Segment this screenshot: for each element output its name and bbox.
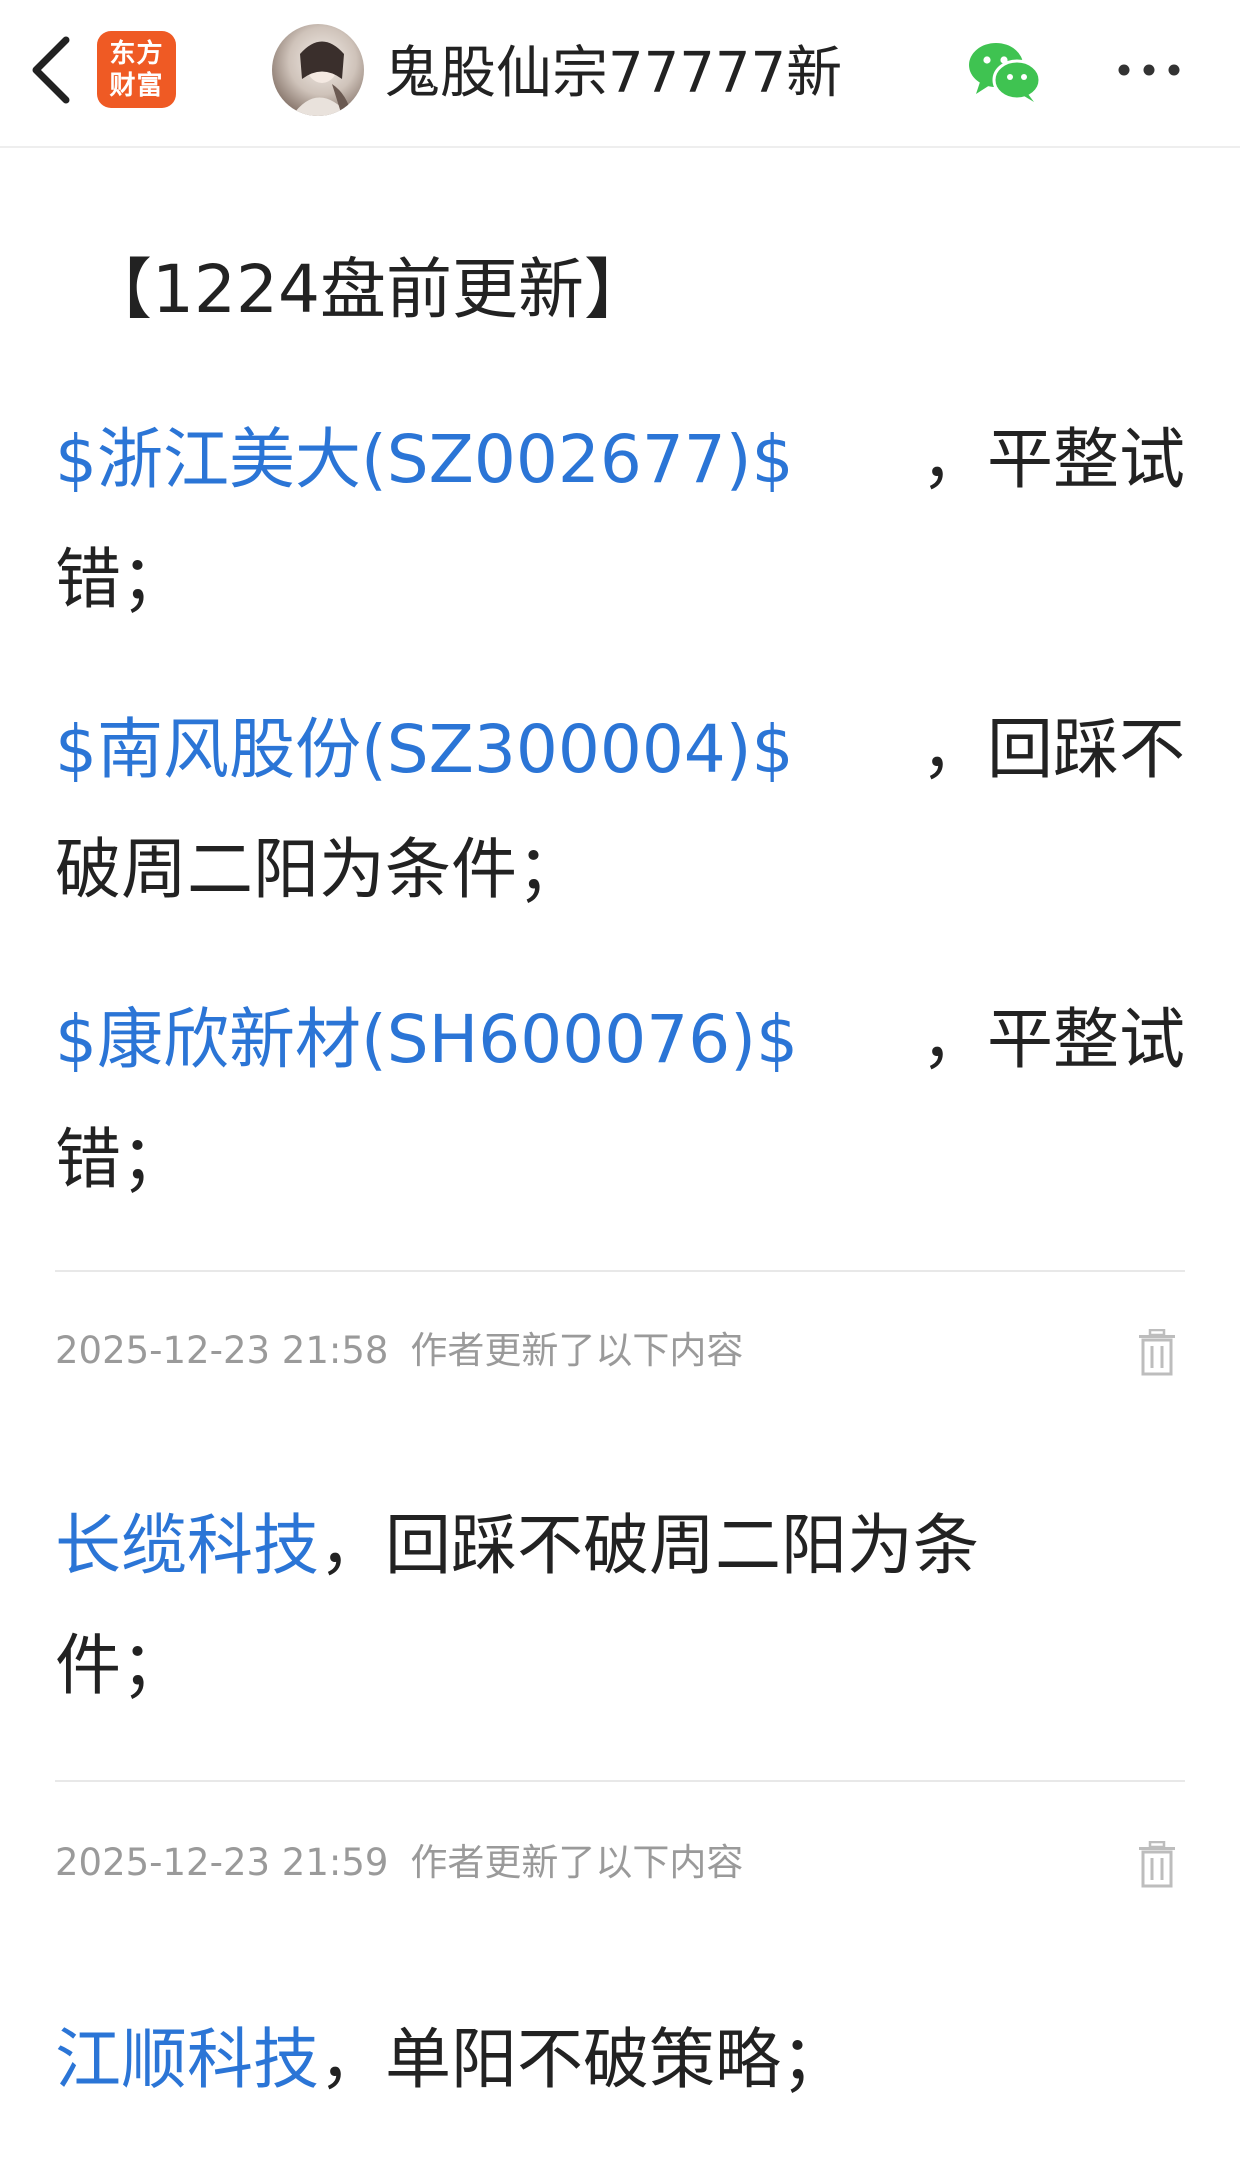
trash-icon	[1139, 1328, 1175, 1376]
stock-link[interactable]: $浙江美大(SZ002677)$	[55, 400, 794, 520]
divider	[55, 1780, 1185, 1782]
paragraph-text: 回踩不	[987, 711, 1185, 788]
paragraph-text: ，回踩不破周二阳为条	[319, 1507, 979, 1584]
author-name[interactable]: 鬼股仙宗77777新	[384, 36, 842, 112]
stock-link[interactable]: $南风股份(SZ300004)$	[55, 690, 794, 810]
paragraph-text: ，单阳不破策略；	[319, 2021, 847, 2098]
post-paragraph: $康欣新材(SH600076)$ ，平整试 错；	[55, 980, 1185, 1220]
update-paragraph: 长缆科技，回踩不破周二阳为条 件；	[55, 1486, 1185, 1726]
update-timestamp: 2025-12-23 21:59	[55, 1841, 389, 1884]
logo-text-line2: 财富	[109, 70, 164, 101]
back-button[interactable]	[22, 30, 82, 110]
delete-button[interactable]	[1137, 1328, 1177, 1377]
paragraph-text: 件；	[55, 1627, 187, 1704]
post-paragraph: $南风股份(SZ300004)$ ，回踩不 破周二阳为条件；	[55, 690, 1185, 930]
stock-link[interactable]: $康欣新材(SH600076)$	[55, 980, 798, 1100]
paragraph-text: 平整试	[987, 421, 1185, 498]
post-title: 【1224盘前更新】	[86, 251, 650, 328]
app-logo[interactable]: 东方 财富	[97, 31, 176, 108]
update-paragraph: 江顺科技，单阳不破策略；	[55, 2000, 1185, 2120]
trash-icon	[1139, 1840, 1175, 1888]
author-avatar[interactable]	[272, 24, 364, 116]
post-page: 东方 财富 鬼股仙宗77777新 【1224盘前更新】 $浙江美大(SZ0026…	[0, 0, 1240, 2175]
divider	[55, 1270, 1185, 1272]
stock-link[interactable]: 长缆科技	[55, 1507, 319, 1584]
update-timestamp: 2025-12-23 21:58	[55, 1329, 389, 1372]
wechat-share-button[interactable]	[966, 38, 1042, 104]
update-label: 作者更新了以下内容	[410, 1841, 744, 1884]
avatar-image	[292, 41, 352, 116]
wechat-icon	[969, 43, 1042, 102]
separator: ，	[921, 421, 987, 498]
separator: ，	[921, 1001, 987, 1078]
paragraph-text: 破周二阳为条件；	[55, 831, 583, 908]
more-icon	[1118, 64, 1180, 76]
update-header: 2025-12-23 21:59 作者更新了以下内容	[55, 1833, 1185, 1893]
post-paragraph: $浙江美大(SZ002677)$ ，平整试 错；	[55, 400, 1185, 640]
stock-link[interactable]: 江顺科技	[55, 2021, 319, 2098]
back-icon	[32, 36, 70, 104]
separator: ，	[921, 711, 987, 788]
update-header: 2025-12-23 21:58 作者更新了以下内容	[55, 1321, 1185, 1381]
more-options-button[interactable]	[1114, 50, 1184, 90]
update-label: 作者更新了以下内容	[410, 1329, 744, 1372]
logo-text-line1: 东方	[109, 38, 164, 69]
paragraph-text: 平整试	[987, 1001, 1185, 1078]
paragraph-text: 错；	[55, 1121, 187, 1198]
top-bar: 东方 财富 鬼股仙宗77777新	[0, 0, 1240, 148]
paragraph-text: 错；	[55, 541, 187, 618]
delete-button[interactable]	[1137, 1840, 1177, 1889]
